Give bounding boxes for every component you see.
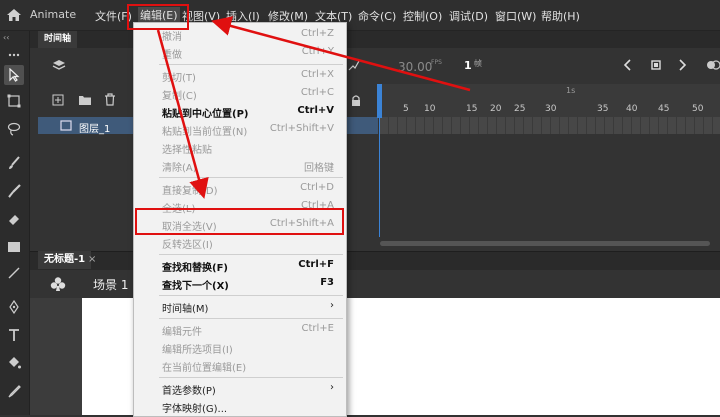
arrow-to-deselect — [156, 29, 209, 199]
annotation-arrows — [156, 16, 471, 199]
arrow-to-edit-menu — [211, 16, 471, 92]
